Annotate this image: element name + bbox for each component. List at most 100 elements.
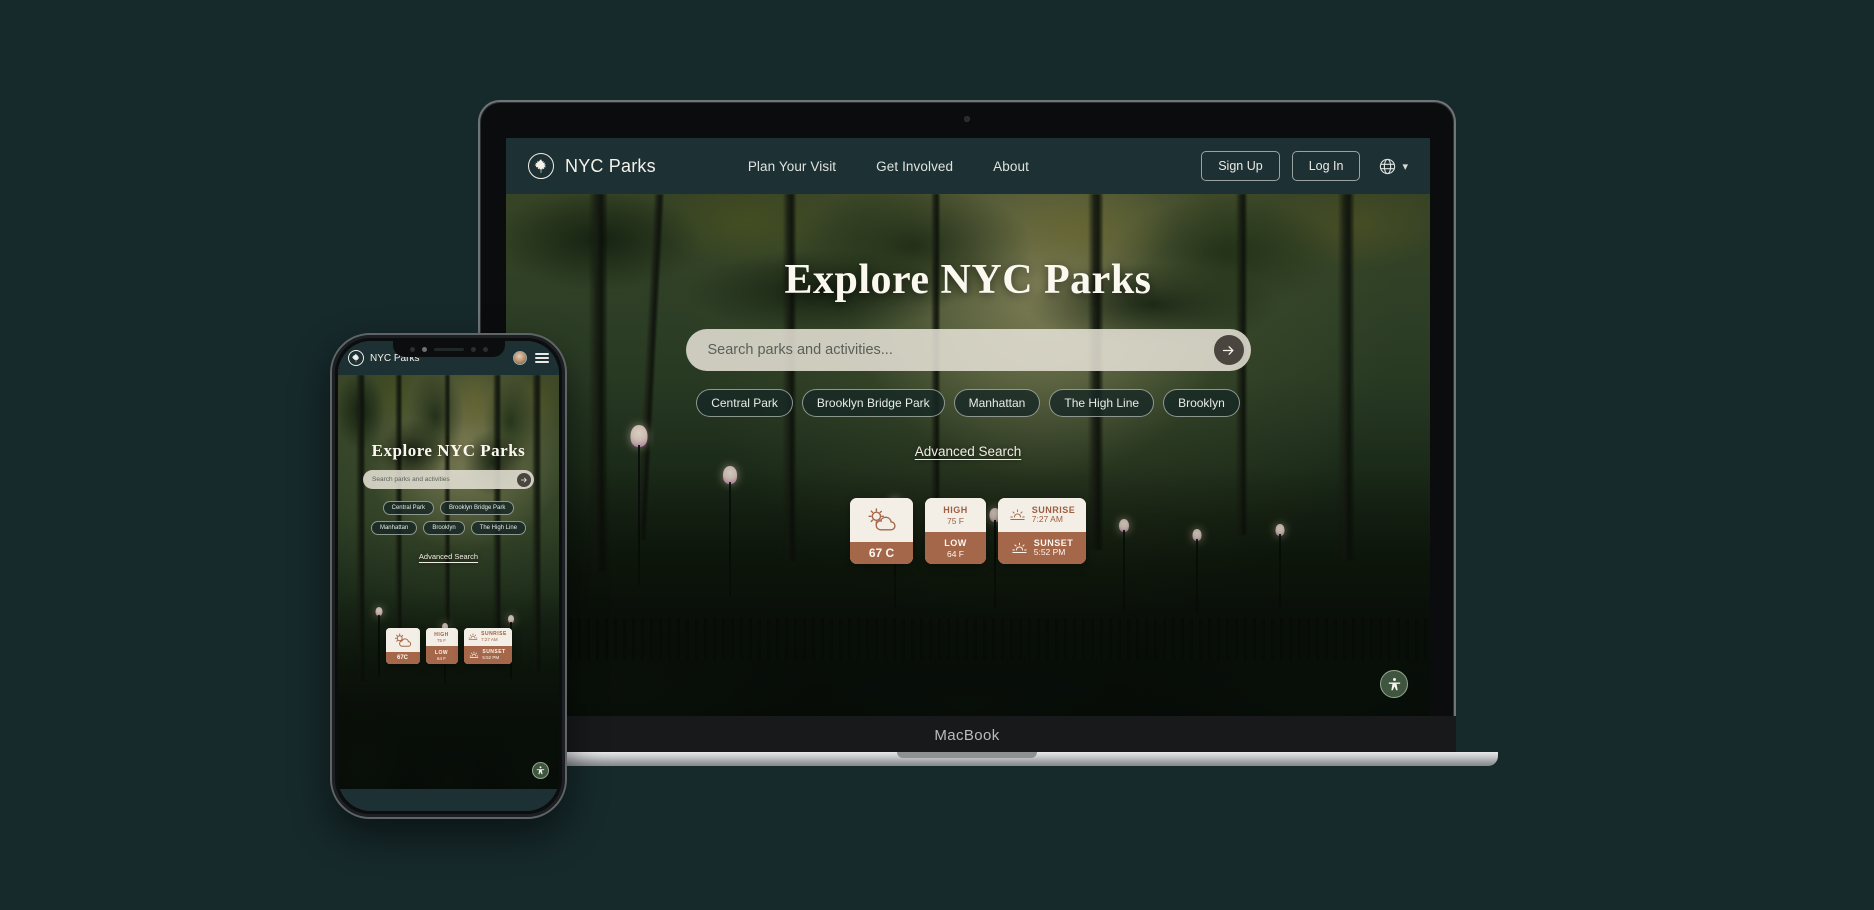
mobile-chip-brooklyn[interactable]: Brooklyn xyxy=(423,521,465,535)
chip-the-high-line[interactable]: The High Line xyxy=(1049,389,1155,417)
nav-link-about[interactable]: About xyxy=(993,159,1029,174)
mobile-chip-the-high-line[interactable]: The High Line xyxy=(470,521,527,535)
laptop-screen: NYC Parks Plan Your Visit Get Involved A… xyxy=(506,138,1430,718)
mobile-search-bar xyxy=(363,470,534,489)
mobile-low-value: 64 F xyxy=(436,655,446,661)
search-input[interactable] xyxy=(707,342,1214,358)
nav-link-plan-your-visit[interactable]: Plan Your Visit xyxy=(748,159,836,174)
maple-leaf-icon xyxy=(348,350,364,366)
phone-notch xyxy=(392,341,505,357)
mobile-chip-central-park[interactable]: Central Park xyxy=(382,501,434,515)
mobile-weather-sunrise-area: SUNRISE 7:27 AM xyxy=(463,628,512,646)
globe-icon xyxy=(1378,157,1397,176)
laptop-camera-icon xyxy=(964,116,970,122)
current-temperature: 67 C xyxy=(868,546,895,560)
sunrise-icon xyxy=(1010,509,1025,521)
low-label: LOW xyxy=(944,537,967,548)
high-label: HIGH xyxy=(943,504,968,515)
website-mobile: NYC Parks Explore NYC Parks Search parks… xyxy=(338,341,559,811)
mobile-chips-row-1: Central Park Brooklyn Bridge Park xyxy=(382,501,515,515)
accessibility-person-icon xyxy=(536,766,545,775)
search-bar xyxy=(685,329,1251,371)
laptop-lid: NYC Parks Plan Your Visit Get Involved A… xyxy=(478,100,1456,754)
weather-current-temp-area: 67 C xyxy=(850,542,913,564)
mobile-advanced-search-link[interactable]: Advanced Search xyxy=(419,552,478,561)
page-title: Explore NYC Parks xyxy=(784,257,1152,303)
mobile-hero: Explore NYC Parks Central Park Br xyxy=(338,375,559,789)
quick-filter-chips: Central Park Brooklyn Bridge Park Manhat… xyxy=(696,389,1240,417)
mobile-chip-brooklyn-bridge-park[interactable]: Brooklyn Bridge Park xyxy=(440,501,515,515)
sunrise-icon xyxy=(468,633,478,641)
desktop-navbar: NYC Parks Plan Your Visit Get Involved A… xyxy=(506,138,1430,194)
sun-cloud-icon xyxy=(394,633,411,647)
weather-high-area: HIGH 75 F xyxy=(925,498,986,532)
language-selector[interactable]: ▾ xyxy=(1378,157,1408,176)
sunset-icon xyxy=(1012,543,1027,554)
mobile-chip-manhattan[interactable]: Manhattan xyxy=(370,521,418,535)
chip-central-park[interactable]: Central Park xyxy=(696,389,793,417)
laptop-base-notch xyxy=(897,752,1037,758)
mobile-weather-current-temp-area: 67C xyxy=(385,652,420,664)
chip-brooklyn-bridge-park[interactable]: Brooklyn Bridge Park xyxy=(801,389,945,417)
iphone-mockup: NYC Parks Explore NYC Parks Search parks… xyxy=(330,333,567,819)
laptop-chin: MacBook xyxy=(478,716,1456,754)
high-value: 75 F xyxy=(946,515,964,526)
mobile-accessibility-button[interactable] xyxy=(532,762,549,779)
phone-screen: NYC Parks Explore NYC Parks Search parks… xyxy=(338,341,559,811)
mobile-hero-content: Explore NYC Parks Central Park Br xyxy=(338,375,559,789)
avatar[interactable] xyxy=(513,351,527,365)
sun-cloud-icon xyxy=(867,508,896,531)
weather-low-area: LOW 64 F xyxy=(925,532,986,564)
desktop-hero: Explore NYC Parks Central P xyxy=(506,194,1430,718)
mobile-high-value: 75 F xyxy=(436,637,446,643)
desktop-nav-links: Plan Your Visit Get Involved About xyxy=(748,159,1029,174)
mobile-page-title: Explore NYC Parks xyxy=(371,441,526,460)
mobile-current-temperature: 67C xyxy=(396,655,408,661)
weather-widget: 67 C HIGH 75 F LOW 64 F SUNRISE 7:27 AM … xyxy=(850,498,1086,564)
log-in-button[interactable]: Log In xyxy=(1291,151,1361,181)
hamburger-menu-icon[interactable] xyxy=(535,353,549,363)
weather-sun-card: SUNRISE 7:27 AM SUNSET 5:52 PM xyxy=(998,498,1086,564)
accessibility-button[interactable] xyxy=(1380,670,1408,698)
desktop-hero-content: Explore NYC Parks Central P xyxy=(506,194,1430,718)
search-submit-button[interactable] xyxy=(1213,335,1244,365)
phone-sensor3-icon xyxy=(482,346,488,352)
mobile-navbar-actions xyxy=(513,351,549,365)
advanced-search-link[interactable]: Advanced Search xyxy=(915,444,1022,459)
sign-up-button[interactable]: Sign Up xyxy=(1201,151,1280,181)
weather-current-card: 67 C xyxy=(850,498,913,564)
navbar-actions: Sign Up Log In ▾ xyxy=(1201,151,1408,181)
mobile-weather-widget: 67C HIGH 75 F LOW 64 F SUNRISE 7:27 AM S… xyxy=(385,628,512,664)
chevron-down-icon: ▾ xyxy=(1402,160,1408,173)
chip-brooklyn[interactable]: Brooklyn xyxy=(1163,389,1240,417)
mobile-chips-row-2: Manhattan Brooklyn The High Line xyxy=(370,521,527,535)
sunset-icon xyxy=(470,652,479,659)
sunset-value: 5:52 PM xyxy=(1033,547,1066,558)
arrow-right-icon xyxy=(520,477,527,482)
weather-sunrise-area: SUNRISE 7:27 AM xyxy=(998,498,1086,532)
mobile-weather-sunset-area: SUNSET 5:52 PM xyxy=(463,646,512,664)
mobile-weather-current-icon-area xyxy=(385,628,420,652)
weather-current-icon-area xyxy=(850,498,913,542)
laptop-brand-label: MacBook xyxy=(934,726,1000,744)
website-desktop: NYC Parks Plan Your Visit Get Involved A… xyxy=(506,138,1430,718)
weather-highlow-card: HIGH 75 F LOW 64 F xyxy=(925,498,986,564)
mobile-weather-sun-card: SUNRISE 7:27 AM SUNSET 5:52 PM xyxy=(463,628,512,664)
phone-sensor-icon xyxy=(409,346,415,352)
mobile-weather-high-area: HIGH 75 F xyxy=(425,628,458,646)
mobile-weather-low-area: LOW 64 F xyxy=(425,646,458,664)
mobile-search-submit-button[interactable] xyxy=(517,472,531,487)
mobile-sunrise-value: 7:27 AM xyxy=(481,637,498,643)
phone-speaker xyxy=(433,347,464,351)
chip-manhattan[interactable]: Manhattan xyxy=(953,389,1041,417)
phone-sensor2-icon xyxy=(470,346,476,352)
mobile-weather-current-card: 67C xyxy=(385,628,420,664)
mobile-search-input[interactable] xyxy=(372,476,517,483)
brand-logo[interactable]: NYC Parks xyxy=(528,153,656,179)
screenshot-stage: NYC Parks Plan Your Visit Get Involved A… xyxy=(0,0,1874,910)
macbook-mockup: NYC Parks Plan Your Visit Get Involved A… xyxy=(436,100,1498,766)
mobile-sunset-value: 5:52 PM xyxy=(482,655,500,661)
mobile-weather-highlow-card: HIGH 75 F LOW 64 F xyxy=(425,628,458,664)
nav-link-get-involved[interactable]: Get Involved xyxy=(876,159,953,174)
sunrise-value: 7:27 AM xyxy=(1031,514,1063,525)
